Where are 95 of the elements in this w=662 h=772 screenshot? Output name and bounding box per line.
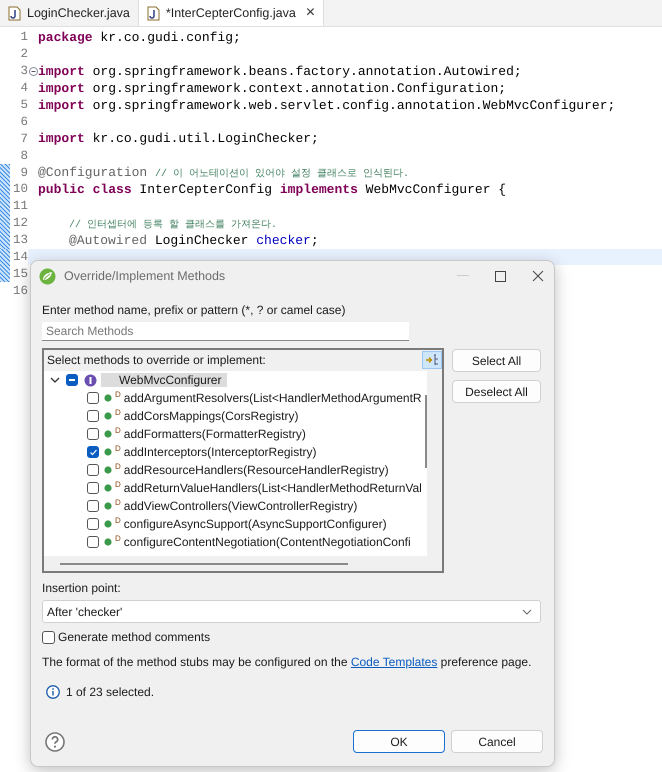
code-line: import kr.co.gudi.util.LoginChecker; xyxy=(38,131,319,146)
default-marker-label: D xyxy=(115,480,121,489)
method-item[interactable]: addArgumentResolvers(List<HandlerMethodArgumentR xyxy=(124,391,422,405)
checkbox[interactable] xyxy=(87,410,99,422)
code-line: @Configuration // 이 어노테이션이 있어야 설정 클래스로 인식된다. xyxy=(38,165,410,180)
method-dot-icon xyxy=(104,484,112,492)
dialog-title: Override/Implement Methods xyxy=(64,269,226,283)
checkbox[interactable] xyxy=(87,464,99,476)
line-number: 1 xyxy=(20,30,28,44)
line-number: 10 xyxy=(12,182,28,196)
method-item[interactable]: addViewControllers(ViewControllerRegistry) xyxy=(124,499,358,513)
line-number: 12 xyxy=(12,216,28,230)
checkbox[interactable] xyxy=(87,500,99,512)
line-number: 11 xyxy=(12,199,28,214)
code-line: import org.springframework.beans.factory.annotation.Autowired; xyxy=(38,64,522,79)
line-number: 5 xyxy=(20,98,28,112)
java-file-icon xyxy=(146,6,160,20)
default-marker-label: D xyxy=(115,498,121,507)
chevron-down-icon xyxy=(522,608,532,614)
checkbox[interactable] xyxy=(66,374,78,386)
code-line: public class InterCepterConfig implements WebMvcConfigurer { xyxy=(38,182,506,197)
checkbox-label: Generate method comments xyxy=(58,630,210,644)
method-item[interactable]: addResourceHandlers(ResourceHandlerRegistry) xyxy=(124,463,389,477)
default-marker-label: D xyxy=(115,426,121,435)
default-marker-label: D xyxy=(115,444,121,453)
maximize-icon[interactable] xyxy=(495,270,506,282)
code-templates-link[interactable]: Code Templates xyxy=(350,655,438,669)
default-marker-label: D xyxy=(115,390,121,399)
leaf-icon xyxy=(39,268,56,284)
insertion-dropdown[interactable]: After 'checker' xyxy=(42,600,541,623)
line-number: 14 xyxy=(12,250,28,264)
tree-item[interactable]: WebMvcConfigurer xyxy=(101,373,228,387)
method-item[interactable]: addFormatters(FormatterRegistry) xyxy=(124,427,306,441)
close-icon[interactable] xyxy=(532,270,544,282)
search-field[interactable]: Search Methods xyxy=(42,322,409,341)
method-item[interactable]: configureAsyncSupport(AsyncSupportConfigurer) xyxy=(124,517,387,531)
dialog-button[interactable]: OK xyxy=(353,730,445,753)
method-dot-icon xyxy=(104,430,112,438)
default-marker-label: D xyxy=(115,408,121,417)
group-toggle-button[interactable] xyxy=(422,350,442,368)
code-line: package kr.co.gudi.config; xyxy=(38,30,241,45)
method-dot-icon xyxy=(104,394,112,402)
checkbox[interactable] xyxy=(87,428,99,440)
checkbox[interactable] xyxy=(42,630,55,644)
close-icon[interactable]: × xyxy=(306,4,316,22)
chevron-down-icon[interactable] xyxy=(50,376,60,384)
line-number: 15 xyxy=(12,266,28,281)
method-item[interactable]: configureContentNegotiation(ContentNegotiationConfi xyxy=(124,535,411,549)
dialog-button[interactable]: Cancel xyxy=(451,730,543,753)
line-number: 4 xyxy=(20,81,28,96)
checkbox[interactable] xyxy=(87,482,99,494)
method-dot-icon xyxy=(104,520,112,528)
checkbox[interactable] xyxy=(87,392,99,404)
interface-icon xyxy=(84,374,97,386)
method-dot-icon xyxy=(104,412,112,420)
scrollbar[interactable] xyxy=(60,563,348,565)
method-item[interactable]: addInterceptors(InterceptorRegistry) xyxy=(124,445,317,459)
method-item[interactable]: addCorsMappings(CorsRegistry) xyxy=(124,409,299,423)
line-number: 2 xyxy=(20,47,28,62)
default-marker-label: D xyxy=(115,534,121,543)
method-dot-icon xyxy=(104,466,112,474)
line-number: 13 xyxy=(12,233,28,248)
default-marker-label: D xyxy=(115,516,121,525)
code-line: import org.springframework.context.annotation.Configuration; xyxy=(38,80,506,96)
default-marker-label: D xyxy=(115,462,121,471)
info-icon xyxy=(46,685,60,699)
code-line: // 인터셉터에 등록 할 클래스를 가져온다. xyxy=(68,218,278,231)
method-dot-icon xyxy=(104,502,112,510)
status-text: 1 of 23 selected. xyxy=(66,685,154,699)
line-number: 8 xyxy=(20,148,28,163)
method-item[interactable]: addReturnValueHandlers(List<HandlerMethodReturnVal xyxy=(124,481,422,495)
checkbox[interactable] xyxy=(87,536,99,548)
checkbox[interactable] xyxy=(87,518,99,530)
java-file-icon xyxy=(8,6,21,20)
code-line: import org.springframework.web.servlet.config.annotation.WebMvcConfigurer; xyxy=(38,98,616,112)
help-icon[interactable] xyxy=(45,732,65,752)
checkbox[interactable] xyxy=(87,446,99,458)
templates-note: The format of the method stubs may be configured on the Code Templates preference page. xyxy=(42,655,532,669)
filter-label: Enter method name, prefix or pattern (*, ? or camel case) xyxy=(42,303,346,317)
line-number: 6 xyxy=(20,114,28,129)
line-number: 16 xyxy=(12,284,28,298)
method-dot-icon xyxy=(104,448,112,456)
insertion-label: Insertion point: xyxy=(42,581,122,595)
collapse-icon[interactable] xyxy=(29,66,38,76)
method-dot-icon xyxy=(104,538,112,546)
line-number: 7 xyxy=(20,132,28,146)
line-number: 3 xyxy=(20,64,28,78)
line-number: 9 xyxy=(20,166,28,180)
code-line: @Autowired LoginChecker checker; xyxy=(68,232,319,248)
scrollbar[interactable] xyxy=(425,395,427,468)
action-button[interactable]: Deselect All xyxy=(452,380,541,403)
tree-label: Select methods to override or implement: xyxy=(47,352,266,366)
arrow-tree-icon xyxy=(424,354,440,366)
editor-tab[interactable]: *InterCepterConfig.java × xyxy=(138,0,324,26)
action-button[interactable]: Select All xyxy=(452,349,541,372)
